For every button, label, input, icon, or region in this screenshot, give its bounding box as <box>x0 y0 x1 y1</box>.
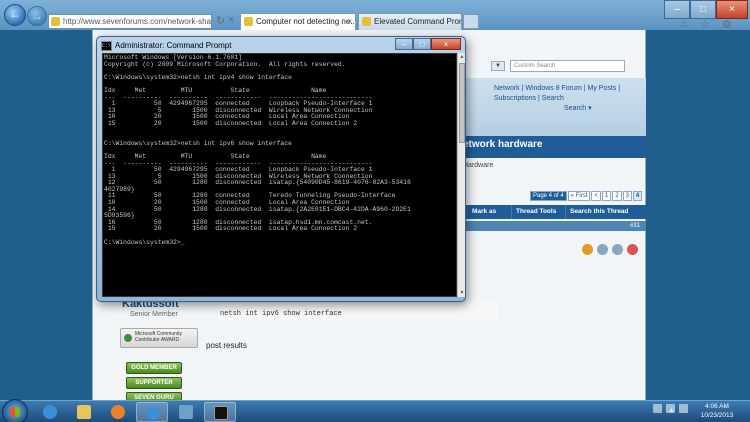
tab-close-icon[interactable]: × <box>347 14 352 29</box>
page-label: Page 4 of 4 <box>530 191 567 201</box>
forum-search-input[interactable]: Custom Search <box>510 60 625 72</box>
forum-nav-links[interactable]: Network | Windows 8 Forum | My Posts | S… <box>494 84 646 114</box>
scroll-thumb[interactable] <box>459 63 465 143</box>
minimize-button[interactable]: – <box>664 0 690 19</box>
taskbar: ▲ 4:06 AM 10/23/2013 <box>0 399 750 422</box>
network-tray-icon[interactable] <box>666 404 675 413</box>
address-text: http://www.sevenforums.com/network-shari… <box>63 17 212 26</box>
cmd-icon <box>214 406 228 420</box>
cmd-window-controls: – □ × <box>395 38 461 50</box>
page-4-current: 4 <box>632 191 643 201</box>
clock-date: 10/23/2013 <box>700 412 734 419</box>
cmd-minimize-button[interactable]: – <box>395 38 413 50</box>
code-block: netsh int ipv6 show interface <box>218 300 498 320</box>
new-tab-button[interactable] <box>463 14 479 29</box>
taskbar-ie-active-button[interactable] <box>136 402 168 422</box>
mark-as-solved-button[interactable]: Mark as solved <box>467 205 515 229</box>
network-icon <box>179 405 193 419</box>
scroll-up-icon[interactable]: ▲ <box>458 53 466 61</box>
folder-icon <box>77 405 91 419</box>
page-prev-link[interactable]: < <box>591 191 601 201</box>
thread-tools-bar: Mark as solved Thread Tools Search this … <box>463 205 646 229</box>
taskbar-network-button[interactable] <box>170 402 202 422</box>
console-text: Microsoft Windows [Version 6.1.7601] Cop… <box>104 54 411 246</box>
taskbar-clock[interactable]: 4:06 AM 10/23/2013 <box>692 402 742 420</box>
nav-search-link[interactable]: Search ▾ <box>494 105 592 112</box>
award-text: Microsoft Community Contributor AWARD <box>135 331 182 343</box>
cmd-app-icon: C:\ <box>101 41 112 51</box>
maximize-button[interactable]: □ <box>690 0 716 19</box>
tab-label: Computer not detecting ne... <box>256 17 356 26</box>
browser-titlebar: ← → http://www.sevenforums.com/network-s… <box>0 0 750 31</box>
multiquote-icon[interactable] <box>612 244 623 255</box>
breadcrumb: Hardware <box>463 162 494 169</box>
taskbar-ie-button[interactable] <box>34 402 66 422</box>
ie-icon <box>146 406 160 420</box>
nav-links-line[interactable]: Network | Windows 8 Forum | My Posts | S… <box>494 85 620 102</box>
page-1-link[interactable]: 1 <box>601 191 612 201</box>
post-text: post results <box>206 341 247 350</box>
code-line: netsh int ipv6 show interface <box>220 310 342 318</box>
post-icons <box>582 244 638 255</box>
volume-icon[interactable] <box>679 404 688 413</box>
stop-icon[interactable]: × <box>228 14 234 26</box>
action-center-icon[interactable] <box>653 404 662 413</box>
taskbar-media-player-button[interactable] <box>102 402 134 422</box>
post-number[interactable]: #31 <box>630 223 640 229</box>
cmd-maximize-button[interactable]: □ <box>413 38 431 50</box>
cmd-close-button[interactable]: × <box>431 38 461 50</box>
home-icon[interactable]: ⌂ <box>680 18 687 30</box>
taskbar-cmd-button[interactable] <box>204 402 236 422</box>
thread-tools-button[interactable]: Thread Tools <box>511 205 565 219</box>
search-go-button[interactable]: ▼ <box>491 61 505 71</box>
scroll-down-icon[interactable]: ▼ <box>458 289 466 297</box>
media-player-icon <box>111 405 125 419</box>
back-arrow-icon[interactable]: ← <box>4 4 26 26</box>
search-thread-button[interactable]: Search this Thread <box>565 205 646 219</box>
start-button[interactable] <box>2 399 28 422</box>
cmd-scrollbar[interactable]: ▲ ▼ <box>457 53 465 297</box>
refresh-icon[interactable]: ↻ <box>216 14 225 27</box>
tab-label: Elevated Command Prompt - ... <box>374 17 461 26</box>
address-bar[interactable]: http://www.sevenforums.com/network-shari… <box>48 14 212 29</box>
forward-arrow-icon[interactable]: → <box>27 6 47 26</box>
report-icon[interactable] <box>627 244 638 255</box>
search-placeholder: Custom Search <box>514 63 556 69</box>
system-tray <box>653 404 688 413</box>
thread-title: etwork hardware <box>463 139 543 150</box>
pagination: Page 4 of 4 « First < 1 2 3 4 <box>530 191 643 201</box>
command-prompt-window[interactable]: C:\ Administrator: Command Prompt – □ × … <box>96 36 466 302</box>
console-output[interactable]: Microsoft Windows [Version 6.1.7601] Cop… <box>102 53 457 297</box>
close-button[interactable]: × <box>716 0 748 19</box>
post-number-bar: #31 <box>463 221 646 231</box>
tab-favicon-icon <box>362 17 371 26</box>
tab-favicon-icon <box>244 17 253 26</box>
clock-time: 4:06 AM <box>705 403 729 410</box>
site-favicon-icon <box>51 17 60 26</box>
cmd-titlebar[interactable]: C:\ Administrator: Command Prompt <box>101 39 231 53</box>
community-award-badge: Microsoft Community Contributor AWARD <box>120 328 198 348</box>
tab-computer-not-detecting[interactable]: Computer not detecting ne... × <box>240 13 356 30</box>
page-first-link[interactable]: « First <box>567 191 591 201</box>
gold-member-badge: GOLD MEMBER <box>126 362 182 374</box>
post-user-title: Senior Member <box>130 311 178 318</box>
quote-icon[interactable] <box>597 244 608 255</box>
cmd-title-text: Administrator: Command Prompt <box>115 41 232 50</box>
page-3-link[interactable]: 3 <box>622 191 632 201</box>
tab-elevated-command-prompt[interactable]: Elevated Command Prompt - ... <box>358 13 462 30</box>
supporter-badge: SUPPORTER <box>126 377 182 389</box>
ie-icon <box>43 405 57 419</box>
reputation-icon[interactable] <box>582 244 593 255</box>
taskbar-explorer-button[interactable] <box>68 402 100 422</box>
page-2-link[interactable]: 2 <box>612 191 622 201</box>
